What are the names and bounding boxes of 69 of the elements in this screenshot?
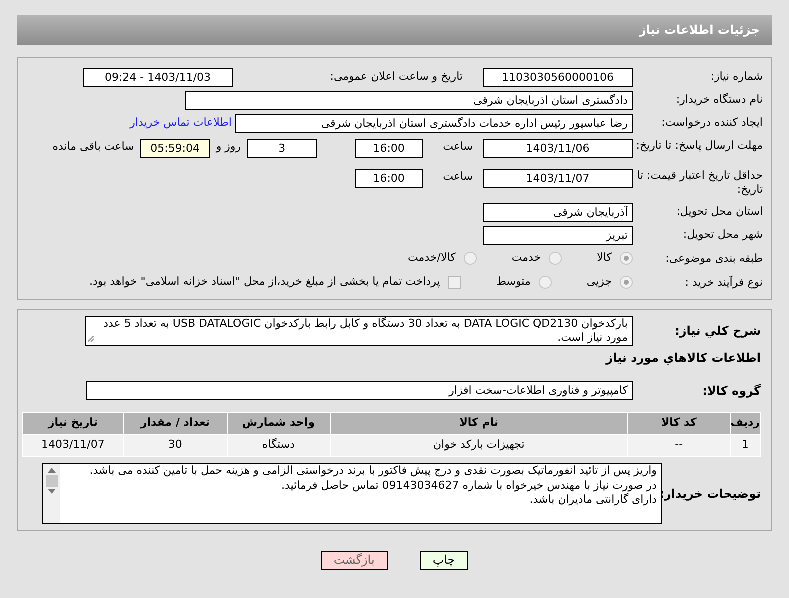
scroll-down-icon bbox=[48, 489, 56, 494]
text-field[interactable]: تبریز bbox=[483, 226, 633, 244]
field-label: طبقه بندی موضوعی: bbox=[664, 252, 763, 266]
field-label: شهر محل تحویل: bbox=[682, 228, 763, 242]
text-field[interactable]: 1403/11/07 bbox=[483, 169, 633, 188]
field-label: گروه کالا: bbox=[702, 382, 761, 400]
radio-button[interactable] bbox=[538, 276, 552, 289]
section-heading: اطلاعات کالاهاي مورد نياز bbox=[604, 350, 761, 367]
note-text: دارای گارانتی مادیران باشد. bbox=[528, 493, 657, 508]
table-cell: 30 bbox=[124, 434, 228, 456]
note-text: واریز پس از تائید انفورماتیک بصورت نقدی و درج پیش فاکتور با برند درخواستی الزامی و هزینه حمل با تامین کننده می باشد. bbox=[88, 464, 657, 478]
column-header: واحد شمارش bbox=[227, 412, 330, 434]
text-field[interactable]: رضا عباسپور رئیس اداره خدمات دادگستری استان اذربایجان شرقی bbox=[235, 114, 633, 132]
text-field[interactable]: 16:00 bbox=[355, 139, 424, 158]
table-cell: 1 bbox=[730, 434, 760, 456]
scrollbar-thumb[interactable] bbox=[46, 475, 58, 487]
field-label: ساعت باقی مانده bbox=[52, 139, 134, 155]
field-label: ایجاد کننده درخواست: bbox=[660, 116, 763, 130]
text-field[interactable]: کامپیوتر و فناوری اطلاعات-سخت افزار bbox=[86, 381, 633, 400]
table-cell: -- bbox=[628, 434, 730, 456]
back-button[interactable]: بازگشت bbox=[320, 551, 388, 570]
text-field[interactable]: دادگستری استان اذربایجان شرقی bbox=[185, 90, 633, 110]
radio-button[interactable] bbox=[620, 252, 633, 265]
column-header: کد کالا bbox=[628, 412, 730, 434]
field-label: شماره نیاز: bbox=[710, 70, 763, 84]
field-label: روز و bbox=[216, 139, 242, 155]
radio-label: خدمت bbox=[512, 250, 542, 266]
scroll-up-icon bbox=[48, 468, 56, 473]
table-cell: 1403/11/07 bbox=[22, 434, 124, 456]
field-label: ساعت bbox=[443, 169, 473, 185]
field-label: استان محل تحویل: bbox=[676, 205, 763, 219]
buyer-contact-link[interactable]: اطلاعات تماس خریدار bbox=[130, 114, 232, 132]
radio-label: متوسط bbox=[496, 274, 531, 290]
field-label: مهلت ارسال پاسخ: تا تاریخ: bbox=[635, 139, 763, 153]
scrollbar[interactable] bbox=[43, 464, 60, 523]
table-cell: تجهیزات بارکد خوان bbox=[330, 434, 628, 456]
checkbox[interactable] bbox=[448, 276, 462, 289]
text-field[interactable]: 1103030560000106 bbox=[483, 68, 633, 86]
radio-label: کالا/خدمت bbox=[408, 250, 456, 266]
radio-label: جزیی bbox=[586, 274, 612, 290]
print-button[interactable]: چاپ bbox=[420, 551, 468, 570]
radio-button[interactable] bbox=[620, 276, 633, 289]
text-field[interactable]: 05:59:04 bbox=[140, 139, 210, 158]
text-field[interactable]: آذربایجان شرقی bbox=[483, 202, 633, 222]
resize-handle-icon bbox=[88, 336, 95, 343]
radio-button[interactable] bbox=[549, 252, 562, 265]
text-field[interactable]: 3 bbox=[247, 139, 318, 158]
column-header: ردیف bbox=[730, 412, 760, 434]
field-label: توضیحات خریدار: bbox=[662, 486, 761, 502]
note-text: در صورت نیاز با مهندس خیرخواه با شماره 09143034627 تماس حاصل فرمائید. bbox=[280, 478, 657, 493]
buyer-notes-box[interactable] bbox=[42, 463, 662, 524]
field-label: حداقل تاریخ اعتبار قیمت: تا تاریخ: bbox=[636, 169, 763, 197]
radio-button[interactable] bbox=[464, 252, 477, 265]
page-title: جزئیات اطلاعات نیاز bbox=[639, 22, 760, 39]
text-field[interactable]: 16:00 bbox=[355, 169, 424, 188]
column-header: نام کالا bbox=[330, 412, 628, 434]
field-label: شرح کلي نياز: bbox=[674, 323, 761, 340]
checkbox-label: پرداخت تمام یا بخشی از مبلغ خرید،از محل "اسناد خزانه اسلامی" خواهد بود. bbox=[90, 274, 440, 290]
field-label: ساعت bbox=[443, 139, 473, 155]
description-box[interactable]: بارکدخوان DATA LOGIC QD2130 به تعداد 30 دستگاه و کابل رابط بارکدخوان USB DATALOGIC به تعداد 5 عدد مورد نیاز است. bbox=[85, 316, 633, 346]
table-cell: دستگاه bbox=[227, 434, 330, 456]
field-label: نوع فرآیند خرید : bbox=[684, 276, 763, 290]
column-header: تعداد / مقدار bbox=[124, 412, 228, 434]
column-header: تاریخ نیاز bbox=[22, 412, 124, 434]
radio-label: کالا bbox=[597, 250, 612, 266]
text-field[interactable]: 1403/11/03 - 09:24 bbox=[83, 68, 233, 86]
field-label: تاریخ و ساعت اعلان عمومی: bbox=[329, 70, 463, 84]
text-field[interactable]: 1403/11/06 bbox=[483, 139, 633, 158]
field-label: نام دستگاه خریدار: bbox=[675, 93, 763, 107]
